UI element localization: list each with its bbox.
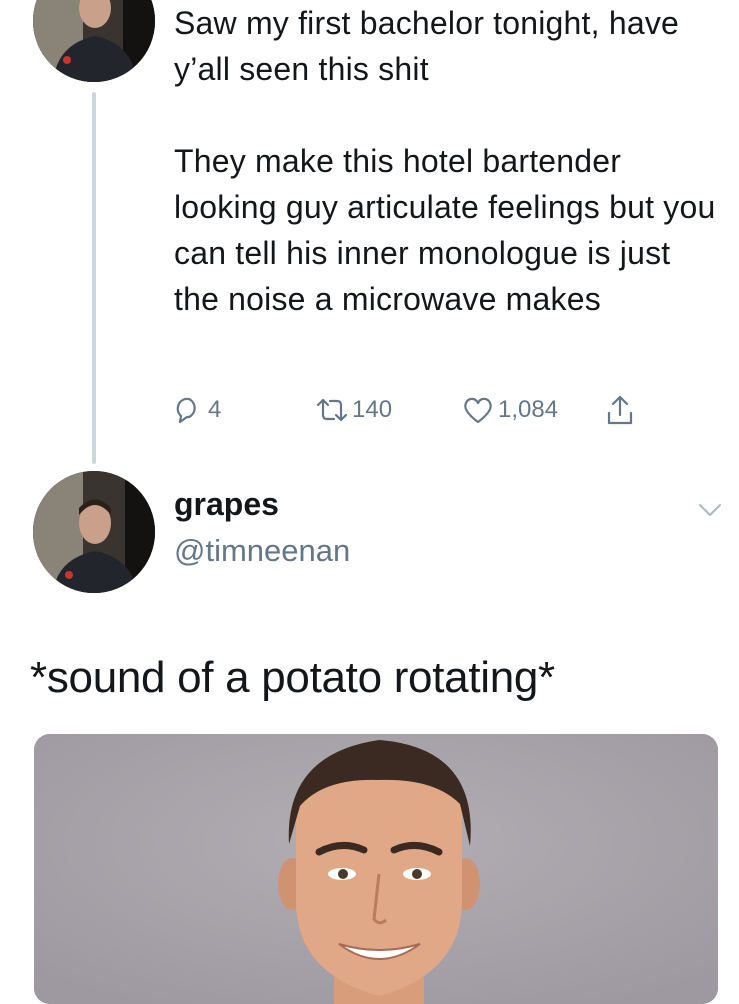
tweet-media-image[interactable]	[34, 734, 718, 1004]
tweet-paragraph-2: They make this hotel bartender looking g…	[174, 143, 716, 317]
share-button[interactable]	[604, 393, 636, 427]
author-display-name[interactable]: grapes	[174, 486, 279, 523]
avatar-photo	[33, 471, 155, 593]
reply-count: 4	[208, 396, 222, 423]
thread-connector-line	[92, 92, 96, 464]
avatar-top[interactable]	[33, 0, 155, 82]
main-tweet-text: *sound of a potato rotating*	[30, 653, 555, 702]
avatar-author[interactable]	[33, 471, 155, 593]
share-upload-icon	[607, 395, 633, 425]
first-tweet-text: Saw my first bachelor tonight, have y’al…	[174, 0, 724, 322]
speech-bubble-icon	[176, 397, 196, 424]
tweet-paragraph-1: Saw my first bachelor tonight, have y’al…	[174, 5, 680, 87]
portrait-photo	[34, 734, 718, 1004]
heart-icon	[464, 397, 492, 424]
chevron-down-icon	[699, 504, 721, 516]
reply-button[interactable]: 4	[172, 395, 221, 425]
tweet-menu-button[interactable]	[697, 501, 723, 524]
like-button[interactable]: 1,084	[462, 395, 558, 425]
author-handle[interactable]: @timneenan	[174, 533, 350, 569]
retweet-arrows-icon	[316, 398, 348, 422]
retweet-button[interactable]: 140	[314, 395, 392, 425]
avatar-photo	[33, 0, 155, 82]
retweet-count: 140	[352, 396, 393, 423]
like-count: 1,084	[498, 396, 559, 423]
